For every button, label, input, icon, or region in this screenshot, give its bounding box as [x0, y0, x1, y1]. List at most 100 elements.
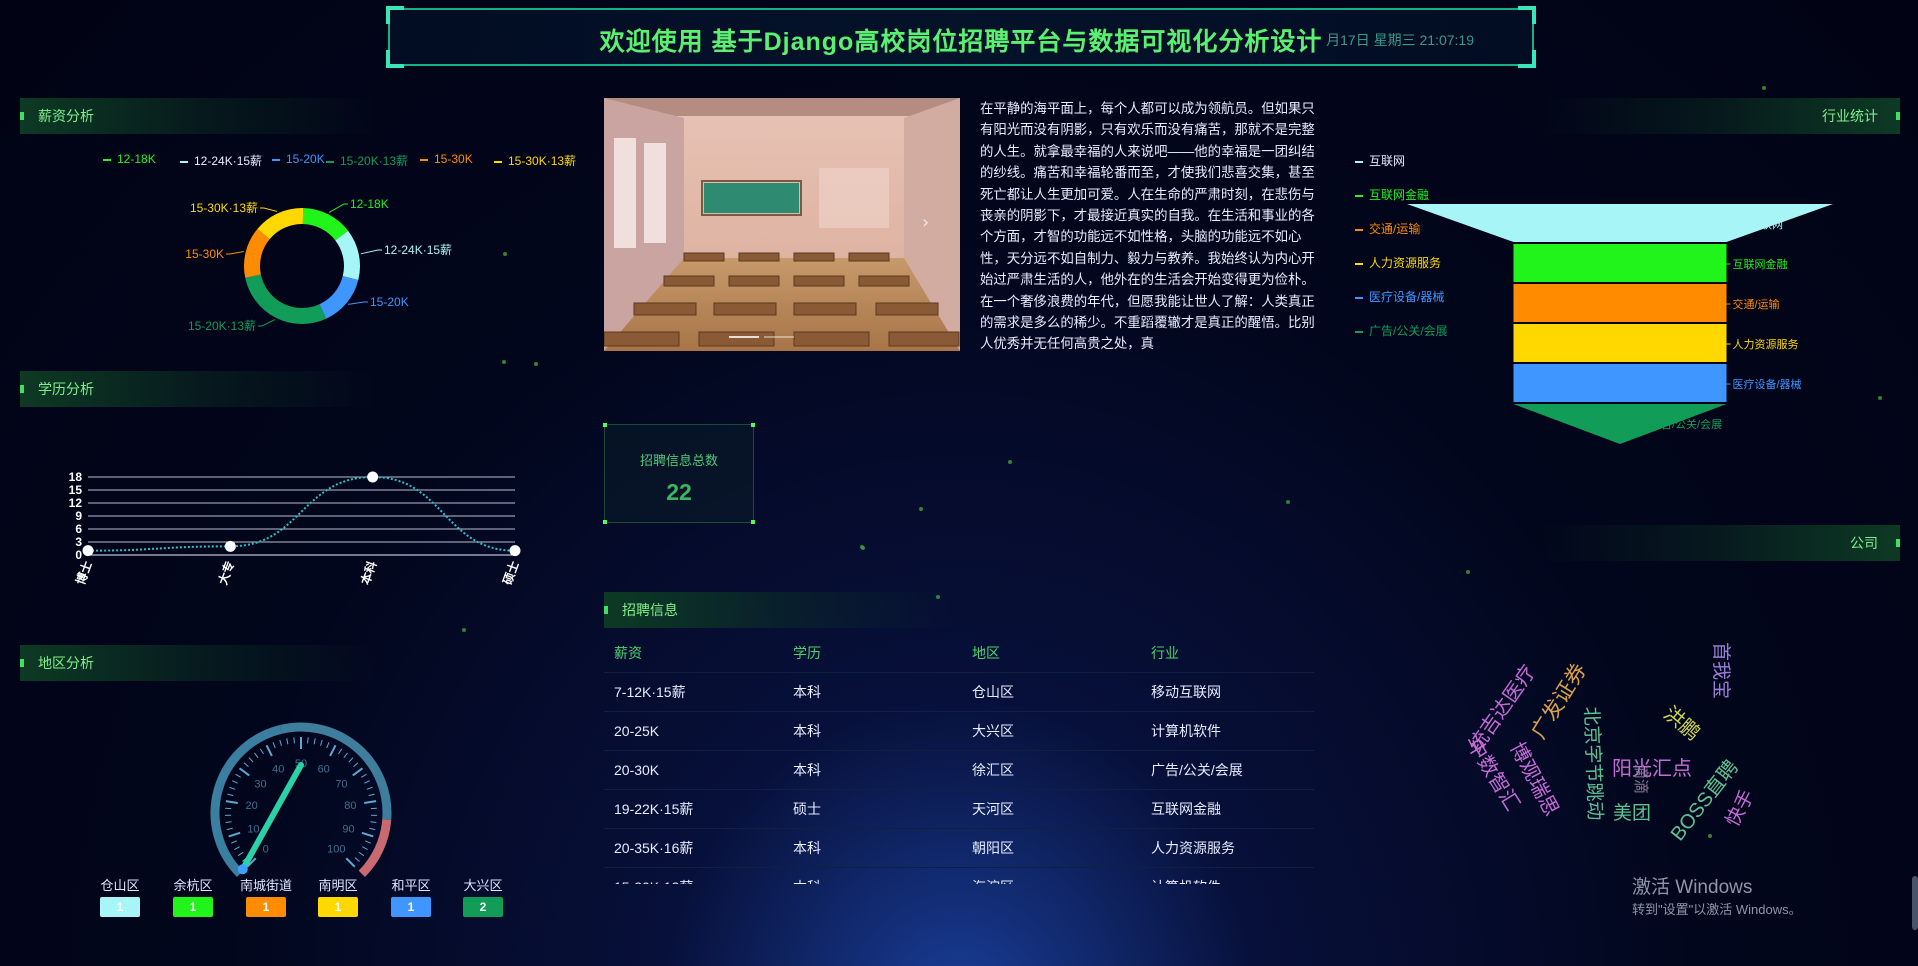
gauge-tick [279, 739, 282, 746]
gauge-needle [239, 762, 304, 873]
cell-salary: 20-30K [604, 750, 783, 790]
gauge-band [358, 819, 392, 877]
industry-funnel-label: 互联网 [1750, 218, 1783, 231]
cell-salary: 19-22K·15薪 [604, 789, 783, 829]
salary-slice[interactable] [245, 274, 327, 324]
cell-salary: 20-25K [604, 711, 783, 751]
gauge-tick [362, 846, 368, 851]
region-legend-item[interactable]: 南城街道 1 [238, 875, 294, 917]
industry-funnel-label: 医疗设备/器械 [1733, 377, 1802, 391]
total-jobs-card: 招聘信息总数 22 [603, 423, 755, 524]
table-row[interactable]: 20-30K 本科 徐汇区 广告/公关/会展 [604, 750, 1314, 790]
gauge-tick [243, 762, 249, 768]
salary-legend-item[interactable]: 15-20K [272, 152, 325, 166]
gauge-label: 90 [342, 823, 354, 835]
region-name: 仓山区 [100, 878, 140, 893]
gauge-tick [225, 821, 232, 824]
industry-funnel-segment[interactable] [1513, 364, 1727, 402]
gauge-tick [237, 851, 244, 857]
industry-funnel-chart: 互联网互联网金融交通/运输人力资源服务医疗设备/器械广告/公关/会展 [1407, 204, 1833, 444]
cell-salary: 20-35K·16薪 [604, 828, 783, 868]
cell-region: 朝阳区 [962, 828, 1141, 868]
salary-legend-item[interactable]: 12-24K·15薪 [180, 152, 262, 169]
industry-legend-item[interactable]: 互联网 [1355, 152, 1405, 169]
gauge-tick [313, 738, 316, 745]
region-panel-header: 地区分析 [20, 645, 380, 681]
edu-ytick: 3 [75, 535, 82, 549]
gauge-label: 40 [272, 763, 284, 775]
salary-label-line [260, 207, 278, 212]
salary-slice[interactable] [319, 275, 359, 319]
gauge-tick [338, 748, 343, 755]
gauge-tick [353, 762, 359, 768]
gauge-tick [329, 744, 337, 757]
salary-legend-item[interactable]: 15-30K·13薪 [494, 152, 576, 169]
region-legend-item[interactable]: 南明区 1 [310, 875, 366, 917]
edu-ytick: 6 [75, 522, 82, 536]
table-row[interactable]: 20-25K 本科 大兴区 计算机软件 [604, 711, 1314, 751]
salary-slice[interactable] [244, 228, 270, 278]
salary-legend-item[interactable]: 15-30K [420, 152, 473, 166]
gauge-tick [248, 757, 254, 763]
salary-slice[interactable] [302, 208, 349, 241]
gauge-tick [360, 773, 367, 778]
gauge-label: 80 [344, 800, 356, 812]
col-salary: 薪资 [614, 645, 642, 661]
col-industry: 行业 [1151, 645, 1179, 661]
salary-slice-label: 15-30K·13薪 [190, 201, 258, 215]
table-row[interactable]: 15-20K·13薪本科海淀区计算机软件 [604, 867, 1314, 884]
salary-slice[interactable] [257, 208, 304, 240]
gauge-needle-base [237, 864, 248, 875]
cell-education: 硕士 [783, 789, 962, 829]
jobs-table-scroll[interactable]: 薪资 学历 地区 行业 7-12K·15薪 本科 仓山区 移动互联网 20-25K 本科大… [604, 634, 1316, 884]
edu-xtick: 博士 [73, 559, 95, 587]
edu-point[interactable] [82, 545, 94, 557]
gauge-tick [265, 744, 273, 757]
gauge-tick [272, 742, 276, 749]
industry-funnel-segment[interactable] [1513, 244, 1727, 282]
gauge-label: 0 [263, 843, 269, 855]
cell-education: 本科 [783, 672, 962, 712]
cell-region: 天河区 [962, 789, 1141, 829]
edu-ytick: 9 [75, 509, 82, 523]
table-row[interactable]: 7-12K·15薪 本科 仓山区 移动互联网 [604, 672, 1314, 712]
region-legend-item[interactable]: 和平区 1 [383, 875, 439, 917]
region-legend-item[interactable]: 余杭区 1 [165, 875, 221, 917]
cell-industry: 计算机软件 [1141, 711, 1314, 751]
cell-education: 本科 [783, 750, 962, 790]
salary-legend-item[interactable]: 12-18K [103, 152, 156, 166]
company-word: 首我宝 [1710, 642, 1731, 700]
industry-funnel-segment[interactable] [1513, 284, 1727, 322]
region-legend-item[interactable]: 仓山区 1 [92, 875, 148, 917]
cell-industry: 移动互联网 [1141, 672, 1314, 712]
region-name: 大兴区 [463, 878, 503, 893]
classroom-image-carousel[interactable]: › [604, 98, 960, 351]
table-row[interactable]: 20-35K·16薪 本科 朝阳区 人力资源服务 [604, 828, 1314, 868]
total-jobs-label: 招聘信息总数 [639, 453, 718, 468]
salary-legend-item[interactable]: 15-20K·13薪 [326, 152, 408, 169]
gauge-tick [307, 737, 309, 744]
edu-point[interactable] [367, 471, 379, 483]
industry-funnel-label: 广告/公关/会展 [1650, 417, 1722, 431]
gauge-tick [361, 831, 374, 838]
salary-label-line [258, 319, 276, 327]
gauge-tick [293, 737, 295, 744]
windows-activation-hint: 转到"设置"以激活 Windows。 [1632, 902, 1802, 917]
cell-region: 海淀区 [962, 867, 1141, 884]
region-legend-item[interactable]: 大兴区 2 [455, 875, 511, 917]
table-row[interactable]: 19-22K·15薪 硕士 天河区 互联网金融 [604, 789, 1314, 829]
salary-slice-label: 15-20K [370, 295, 409, 309]
jobs-table: 薪资 学历 地区 行业 7-12K·15薪 本科 仓山区 移动互联网 20-25K 本科大… [604, 634, 1314, 884]
salary-panel-header: 薪资分析 [20, 98, 380, 134]
gauge-tick [370, 821, 377, 824]
region-count-badge: 1 [391, 897, 431, 917]
region-name: 和平区 [391, 878, 431, 893]
salary-label-line [348, 301, 368, 305]
page-scrollbar[interactable] [1912, 876, 1918, 930]
salary-slice[interactable] [335, 230, 360, 281]
edu-point[interactable] [509, 545, 521, 557]
gauge-tick [229, 786, 236, 790]
industry-funnel-segment[interactable] [1513, 324, 1727, 362]
edu-point[interactable] [224, 540, 236, 552]
gauge-tick [348, 757, 354, 763]
